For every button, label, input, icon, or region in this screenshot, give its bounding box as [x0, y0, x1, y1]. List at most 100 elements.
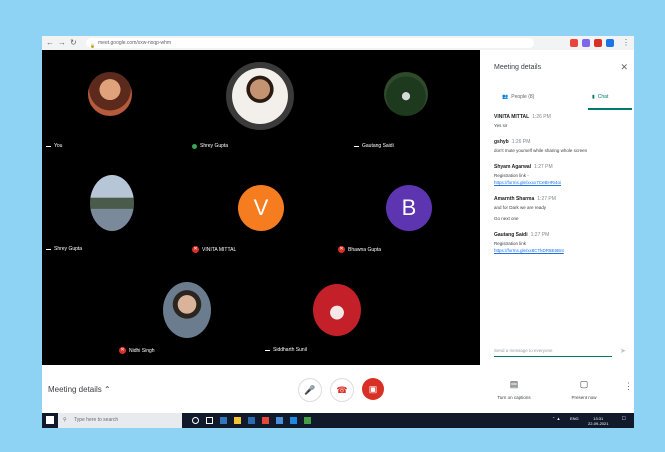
message-text: don't mute yourself while sharing whole … [494, 148, 588, 153]
task-view-icon[interactable] [206, 417, 213, 424]
message-sender: Amarnth Sharma [494, 196, 535, 202]
message-text: Registration link [494, 241, 527, 246]
app-icon[interactable] [290, 417, 297, 424]
screen: ← → ↻ 🔒 meet.google.com/xxw-nxqp-whm ⋮ Y… [42, 36, 634, 428]
meeting-controls: Meeting details ⌃ 🎤 ☎ ▣ ▤ Turn on captio… [42, 365, 634, 413]
store-icon[interactable] [248, 417, 255, 424]
reload-icon[interactable]: ↻ [70, 38, 77, 48]
file-explorer-icon[interactable] [234, 417, 241, 424]
participant-tile[interactable]: Shrey Gupta [42, 155, 188, 260]
message-text: Go next one [494, 216, 519, 221]
tab-people-label: People (8) [511, 94, 535, 100]
extension-icon[interactable] [594, 39, 602, 47]
participant-tile[interactable]: ✕ Nidhi Singh [115, 260, 261, 365]
mic-off-icon: ✕ [338, 246, 345, 253]
app-icon[interactable] [304, 417, 311, 424]
participant-avatar [226, 62, 294, 130]
participant-name: Nidhi Singh [129, 347, 155, 354]
participant-name-row: Shrey Gupta [192, 143, 228, 149]
cortana-icon[interactable] [192, 417, 199, 424]
extension-icon[interactable] [582, 39, 590, 47]
present-now-button[interactable]: ▢ Present now [554, 379, 614, 400]
participant-avatar [313, 284, 361, 336]
participant-tile[interactable]: B ✕ Bhawna Gupta [334, 155, 480, 260]
participant-tile[interactable]: Gautang Saidi [334, 50, 480, 155]
message-link[interactable]: https://forms.gle/xxxx7CeBHRi4oi [494, 179, 628, 186]
message-time: 1:26 PM [511, 139, 531, 145]
taskbar: ⚲ Type here to search ⌃ ▲ ENG 13:31 22-0… [42, 413, 634, 428]
message-link[interactable]: https://forms.gle/xx8CTkDR8E6Bnt [494, 247, 628, 254]
participant-tile[interactable]: Shrey Gupta [188, 50, 334, 155]
meeting-details-panel: Meeting details ✕ 👥 People (8) ▮ Chat VI… [480, 50, 634, 365]
edge-icon[interactable] [220, 417, 227, 424]
participant-tile[interactable]: Siddharth Sunil [261, 260, 407, 365]
participant-avatar [88, 72, 132, 116]
mic-off-icon: ✕ [192, 246, 199, 253]
participant-name-row: Shrey Gupta [46, 246, 82, 252]
tab-chat[interactable]: ▮ Chat [592, 94, 608, 100]
no-mic-indicator [354, 145, 359, 147]
close-icon[interactable]: ✕ [620, 62, 628, 73]
participant-avatar [90, 175, 134, 231]
participant-name: Gautang Saidi [362, 143, 394, 149]
participant-name-row: ✕ VINITA MITTAL [192, 246, 236, 253]
message-sender: VINITA MITTAL [494, 114, 530, 120]
windows-start-icon[interactable] [46, 416, 54, 424]
chat-icon: ▮ [592, 94, 595, 100]
notification-icon[interactable]: □ [622, 416, 626, 422]
chat-message: Gautang Saidi 1:27 PM Registration link h… [494, 232, 628, 254]
participant-name: Shrey Gupta [200, 143, 229, 149]
forward-icon[interactable]: → [58, 38, 66, 48]
profile-avatar[interactable] [606, 39, 614, 47]
back-icon[interactable]: ← [46, 38, 54, 48]
captions-label: Turn on captions [497, 395, 531, 400]
leave-call-button[interactable]: ☎ [330, 378, 354, 402]
captions-icon: ▤ [509, 379, 519, 389]
speaking-indicator-icon [192, 143, 197, 149]
menu-kebab-icon[interactable]: ⋮ [622, 38, 630, 48]
message-text: Registration link - [494, 173, 529, 178]
chat-message: Shyam Agarwal 1:27 PM Registration link -… [494, 164, 628, 186]
participant-tile[interactable]: You [42, 50, 188, 155]
taskbar-search[interactable]: ⚲ Type here to search [58, 413, 182, 428]
captions-button[interactable]: ▤ Turn on captions [484, 379, 544, 400]
panel-tabs: 👥 People (8) ▮ Chat [480, 90, 634, 110]
message-time: 1:27 PM [534, 164, 553, 170]
participant-tile[interactable]: V ✕ VINITA MITTAL [188, 155, 334, 260]
chrome-icon[interactable] [262, 417, 269, 424]
avatar-letter: V [253, 195, 269, 220]
tab-people[interactable]: 👥 People (8) [502, 94, 534, 100]
meeting-details-button[interactable]: Meeting details ⌃ [48, 385, 111, 394]
chat-message: gshyb 1:26 PM don't mute yourself while s… [494, 139, 628, 154]
tray-icons[interactable]: ⌃ ▲ [552, 416, 560, 421]
message-text: Yes sir [494, 123, 508, 128]
language-indicator[interactable]: ENG [570, 416, 579, 421]
clock[interactable]: 13:31 22-09-2021 [588, 416, 608, 426]
url-text: meet.google.com/xxw-nxqp-whm [98, 40, 172, 46]
no-mic-indicator [46, 248, 51, 250]
people-icon: 👥 [502, 94, 509, 100]
participant-name-row: Siddharth Sunil [265, 347, 307, 353]
message-time: 1:27 PM [530, 232, 550, 238]
extension-icon[interactable] [570, 39, 578, 47]
message-sender: Gautang Saidi [494, 232, 528, 238]
address-bar[interactable]: 🔒 meet.google.com/xxw-nxqp-whm [86, 38, 534, 48]
participant-name: VINITA MITTAL [202, 246, 237, 253]
present-icon: ▢ [579, 379, 589, 389]
search-icon: ⚲ [63, 417, 67, 423]
active-tab-indicator [588, 108, 632, 110]
more-options-icon[interactable]: ⋮ [624, 381, 633, 392]
participant-avatar: B [386, 185, 432, 231]
chat-input[interactable]: Send a message to everyone [494, 346, 612, 357]
app-icon[interactable] [276, 417, 283, 424]
chat-message: Go next one [494, 215, 628, 222]
mic-button[interactable]: 🎤 [298, 378, 322, 402]
mic-icon: 🎤 [304, 384, 316, 395]
send-icon[interactable]: ➤ [620, 347, 626, 355]
panel-title: Meeting details [494, 64, 542, 71]
camera-button[interactable]: ▣ [362, 378, 384, 400]
participant-name-row: Gautang Saidi [354, 143, 394, 149]
message-sender: gshyb [494, 139, 509, 145]
no-mic-indicator [46, 145, 51, 147]
chat-message: VINITA MITTAL 1:26 PM Yes sir [494, 114, 628, 129]
